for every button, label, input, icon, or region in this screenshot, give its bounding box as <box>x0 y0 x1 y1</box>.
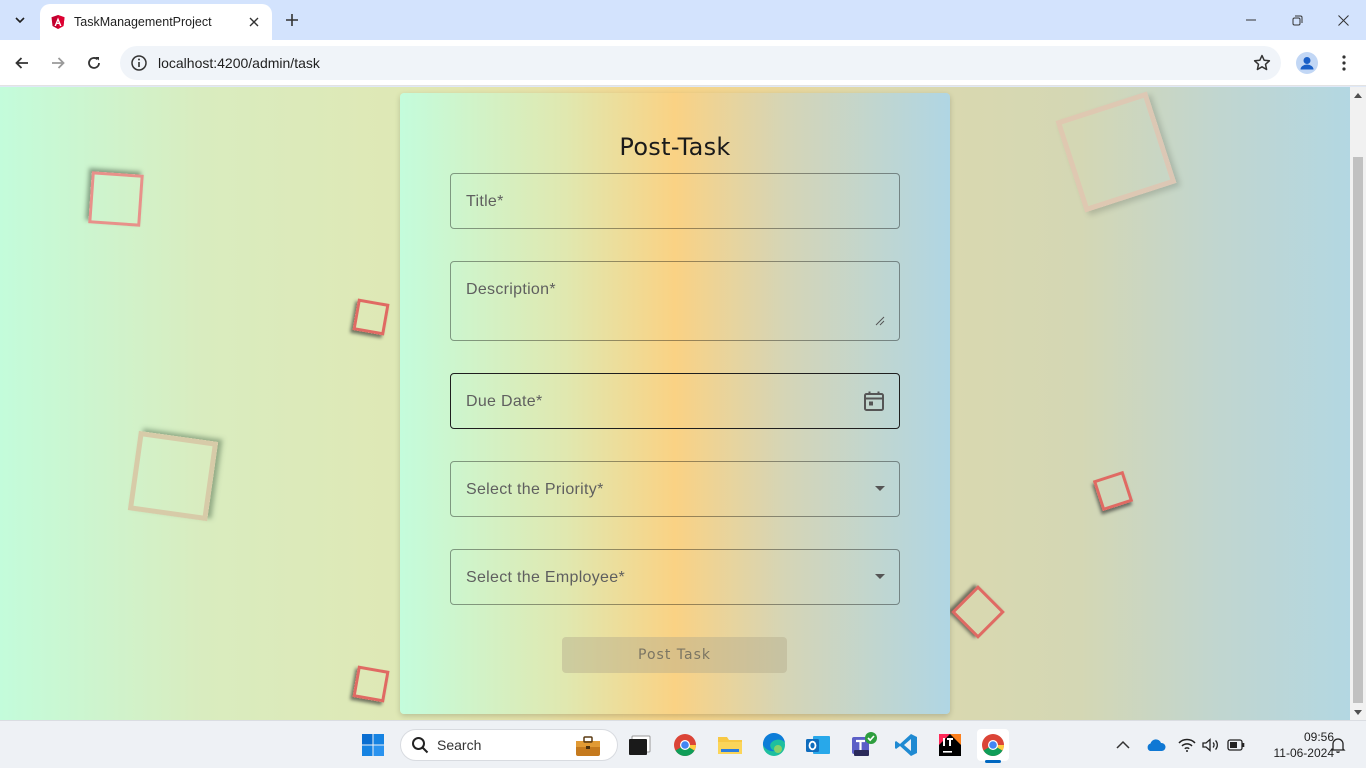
url-text: localhost:4200/admin/task <box>158 55 320 71</box>
profile-icon[interactable] <box>1292 48 1322 78</box>
file-explorer-icon[interactable] <box>714 729 746 761</box>
wifi-icon[interactable] <box>1178 721 1196 768</box>
onedrive-icon[interactable] <box>1146 721 1166 768</box>
decorative-square <box>951 585 1005 639</box>
chevron-up-icon[interactable] <box>1116 721 1130 768</box>
decorative-square <box>127 430 219 522</box>
active-app-indicator <box>985 760 1001 763</box>
edge-icon[interactable] <box>758 729 790 761</box>
intellij-icon[interactable] <box>934 729 966 761</box>
description-label: Description* <box>466 281 556 298</box>
plus-icon[interactable] <box>282 10 302 30</box>
search-label: Search <box>437 737 482 753</box>
teams-icon[interactable] <box>847 729 879 761</box>
vscode-icon[interactable] <box>890 729 922 761</box>
windows-taskbar: Search 09:56 11-06-2024 <box>0 720 1366 768</box>
priority-label: Select the Priority* <box>466 481 604 498</box>
decorative-square <box>1092 470 1134 512</box>
menu-dots-icon[interactable] <box>1329 48 1359 78</box>
post-task-button[interactable]: Post Task <box>562 637 787 673</box>
page-scrollbar[interactable] <box>1350 87 1366 720</box>
outlook-icon[interactable] <box>802 729 834 761</box>
briefcase-icon <box>576 736 600 756</box>
page-viewport: Post-Task Title* Description* Due Date* … <box>0 87 1350 720</box>
windows-start-icon[interactable] <box>357 729 389 761</box>
dropdown-arrow-icon <box>875 486 885 491</box>
taskbar-search[interactable]: Search <box>400 729 618 761</box>
forward-icon[interactable] <box>43 48 73 78</box>
site-info-icon[interactable] <box>130 54 148 72</box>
reload-icon[interactable] <box>79 48 109 78</box>
clock-time: 09:56 <box>1303 730 1334 744</box>
post-task-card: Post-Task Title* Description* Due Date* … <box>400 93 950 714</box>
scroll-up-icon[interactable] <box>1350 87 1366 103</box>
decorative-square <box>88 171 144 227</box>
title-label: Title* <box>466 193 504 210</box>
due-date-label: Due Date* <box>466 393 543 410</box>
close-icon[interactable] <box>246 14 262 30</box>
calendar-icon[interactable] <box>863 390 885 412</box>
close-window-icon[interactable] <box>1320 0 1366 40</box>
scroll-down-icon[interactable] <box>1350 704 1366 720</box>
restore-icon[interactable] <box>1274 0 1320 40</box>
tab-strip: TaskManagementProject <box>0 0 1366 40</box>
notification-bell-icon[interactable] <box>1330 721 1346 768</box>
tab-title: TaskManagementProject <box>74 15 212 29</box>
browser-toolbar: localhost:4200/admin/task <box>0 40 1366 86</box>
decorative-square <box>1055 91 1177 213</box>
back-icon[interactable] <box>7 48 37 78</box>
taskbar-clock[interactable]: 09:56 11-06-2024 <box>1254 729 1335 761</box>
chrome-icon[interactable] <box>977 729 1009 763</box>
decorative-square <box>352 298 390 336</box>
employee-select[interactable]: Select the Employee* <box>450 549 900 605</box>
decorative-square <box>352 665 390 703</box>
browser-tab[interactable]: TaskManagementProject <box>40 4 272 40</box>
task-view-icon[interactable] <box>624 729 656 761</box>
clock-date: 11-06-2024 <box>1273 746 1335 760</box>
priority-select[interactable]: Select the Priority* <box>450 461 900 517</box>
search-icon <box>412 737 429 754</box>
resize-handle-icon[interactable] <box>875 316 885 326</box>
minimize-icon[interactable] <box>1228 0 1274 40</box>
page-title: Post-Task <box>619 133 731 161</box>
battery-icon[interactable] <box>1227 721 1245 768</box>
bookmark-star-icon[interactable] <box>1253 54 1271 72</box>
dropdown-arrow-icon <box>875 574 885 579</box>
volume-icon[interactable] <box>1202 721 1220 768</box>
chrome-icon[interactable] <box>669 729 701 761</box>
employee-label: Select the Employee* <box>466 569 625 586</box>
description-field[interactable]: Description* <box>450 261 900 341</box>
title-field[interactable]: Title* <box>450 173 900 229</box>
scroll-thumb[interactable] <box>1353 157 1363 703</box>
due-date-field[interactable]: Due Date* <box>450 373 900 429</box>
tab-search-icon[interactable] <box>8 8 32 32</box>
address-bar[interactable]: localhost:4200/admin/task <box>120 46 1281 80</box>
angular-favicon-icon <box>51 15 65 29</box>
